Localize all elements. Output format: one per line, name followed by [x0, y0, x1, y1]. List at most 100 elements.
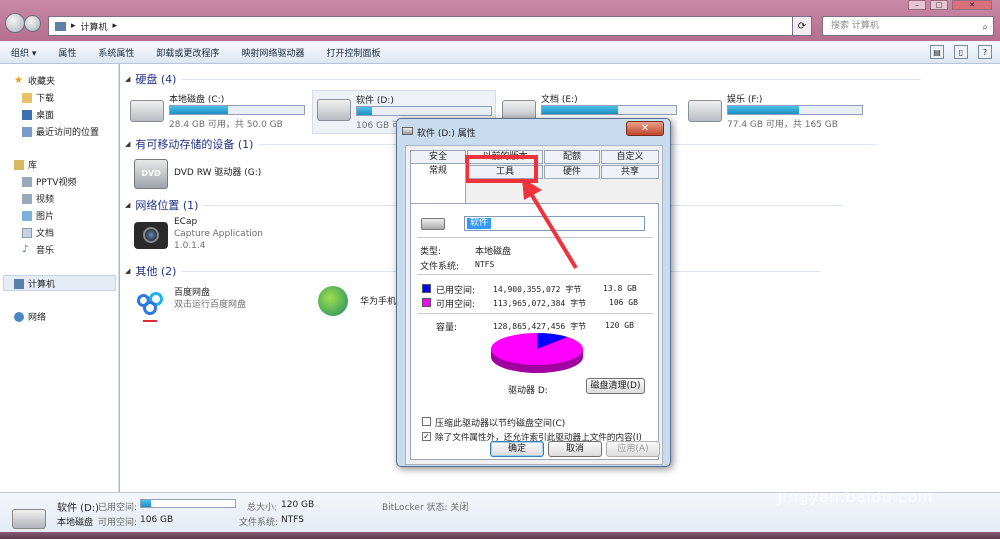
sidebar-item-label: 音乐 — [36, 246, 55, 256]
index-drive-checkbox[interactable]: ✓ — [422, 432, 431, 441]
filesystem-label: 文件系统: — [420, 262, 460, 272]
dvd-drive[interactable]: DVD DVD RW 驱动器 (G:) — [126, 155, 366, 195]
details-usage-fill — [141, 500, 152, 507]
hard-drive-icon — [688, 100, 722, 122]
ok-button[interactable]: 确定 — [490, 441, 544, 457]
free-space-swatch — [422, 298, 431, 307]
filesystem-value: NTFS — [475, 260, 495, 269]
breadcrumb-computer[interactable]: 计算机 — [81, 20, 108, 33]
sidebar-item-label: 收藏夹 — [28, 77, 56, 87]
drive-free-space: 77.4 GB 可用，共 165 GB — [727, 120, 838, 130]
network-icon — [14, 311, 24, 322]
camera-lens — [143, 227, 159, 243]
map-network-drive-button[interactable]: 映射网络驱动器 — [230, 46, 315, 59]
divider — [417, 313, 653, 314]
video-library-icon — [22, 176, 32, 187]
drive-free-space: 106 GB 可 — [356, 121, 402, 131]
sidebar-item-label: 下载 — [36, 94, 55, 104]
arrow-shaft — [528, 190, 578, 270]
type-value: 本地磁盘 — [475, 247, 512, 257]
dialog-close-button[interactable]: ✕ — [626, 121, 664, 136]
baidu-netdisk-icon — [134, 288, 168, 322]
sidebar-item-network[interactable]: 网络 — [14, 310, 46, 323]
sidebar-item-recent[interactable]: 最近访问的位置 — [22, 125, 99, 138]
drive-name: 文档 (E:) — [541, 95, 578, 105]
uninstall-program-button[interactable]: 卸载或更改程序 — [145, 46, 230, 59]
organize-button[interactable]: 组织 ▾ — [0, 46, 47, 59]
sidebar-item-music[interactable]: ♪ 音乐 — [22, 243, 54, 256]
maximize-button[interactable]: □ — [930, 0, 948, 10]
back-button[interactable] — [5, 13, 25, 33]
help-icon[interactable]: ? — [978, 45, 992, 59]
collapse-triangle-icon: ◢ — [125, 201, 131, 209]
disk-cleanup-button[interactable]: 磁盘清理(D) — [586, 378, 645, 394]
details-free-label: 可用空间: — [98, 518, 138, 528]
item-name: DVD RW 驱动器 (G:) — [174, 168, 262, 178]
sidebar-item-videos[interactable]: 视频 — [22, 192, 54, 205]
free-space-label: 可用空间: — [436, 300, 476, 310]
sidebar-item-label: 视频 — [36, 195, 55, 205]
divider — [181, 78, 922, 80]
tab-security[interactable]: 安全 — [410, 150, 466, 164]
search-input[interactable]: 搜索 计算机 ⌕ — [822, 16, 994, 36]
sidebar-item-label: 最近访问的位置 — [36, 128, 100, 138]
details-fs-value: NTFS — [281, 515, 304, 525]
open-control-panel-button[interactable]: 打开控制面板 — [315, 46, 391, 59]
free-space-bytes: 113,965,072,384 字节 — [493, 299, 587, 308]
section-header-hard-disks[interactable]: ◢ 硬盘 (4) — [125, 71, 922, 87]
compress-drive-checkbox[interactable] — [422, 417, 431, 426]
sidebar-item-documents[interactable]: 文档 — [22, 226, 54, 239]
cloud-dot — [143, 301, 157, 315]
volume-name-text: 软件 — [467, 218, 492, 229]
tab-sharing[interactable]: 共享 — [601, 165, 659, 179]
section-title: 硬盘 (4) — [135, 73, 177, 86]
sidebar-item-label: PPTV视频 — [36, 178, 77, 188]
address-bar[interactable]: ▸ 计算机 ▸ ▾ — [48, 16, 810, 36]
sidebar-item-label: 网络 — [28, 313, 47, 323]
drive-usage-fill — [542, 106, 619, 114]
details-used-label: 已用空间: — [98, 503, 138, 513]
section-title: 有可移动存储的设备 (1) — [135, 138, 254, 151]
computer-icon — [14, 278, 24, 289]
tab-general[interactable]: 常规 — [410, 163, 466, 203]
minimize-button[interactable]: – — [908, 0, 926, 10]
sidebar-item-desktop[interactable]: 桌面 — [22, 108, 54, 121]
apply-button[interactable]: 应用(A) — [606, 441, 660, 457]
document-library-icon — [22, 227, 32, 238]
item-version: 1.0.1.4 — [174, 241, 206, 251]
item-name: ECap — [174, 217, 198, 227]
drive-name: 软件 (D:) — [356, 96, 394, 106]
capacity-label: 容量: — [436, 323, 458, 333]
section-title: 网络位置 (1) — [135, 199, 199, 212]
drive-f[interactable]: 娱乐 (F:) 77.4 GB 可用，共 165 GB — [684, 92, 864, 132]
search-icon: ⌕ — [982, 22, 988, 33]
details-usage-bar — [140, 499, 236, 508]
drive-c[interactable]: 本地磁盘 (C:) 28.4 GB 可用，共 50.0 GB — [126, 92, 306, 132]
taskbar — [0, 532, 1000, 539]
free-space-gb: 106 GB — [609, 298, 638, 307]
view-options-icon[interactable]: ▤ — [930, 45, 944, 59]
sidebar-item-computer[interactable]: 计算机 — [14, 277, 55, 290]
system-properties-button[interactable]: 系统属性 — [87, 46, 145, 59]
sidebar-item-pptv[interactable]: PPTV视频 — [22, 175, 77, 188]
ecap-application[interactable]: ECap Capture Application 1.0.1.4 — [126, 216, 366, 256]
used-space-label: 已用空间: — [436, 286, 476, 296]
drive-usage-bar — [169, 105, 305, 115]
refresh-button[interactable]: ⟳ — [792, 16, 812, 36]
forward-button[interactable] — [24, 15, 41, 32]
drive-large-icon — [12, 509, 46, 529]
cancel-button[interactable]: 取消 — [548, 441, 602, 457]
type-label: 类型: — [420, 247, 442, 257]
sidebar-item-pictures[interactable]: 图片 — [22, 209, 54, 222]
sidebar-item-libraries[interactable]: 库 — [14, 158, 37, 171]
search-placeholder: 搜索 计算机 — [831, 21, 879, 31]
tab-quota[interactable]: 配额 — [544, 150, 600, 164]
sidebar-item-downloads[interactable]: 下载 — [22, 91, 54, 104]
close-window-button[interactable]: ✕ — [952, 0, 992, 10]
drive-name: 本地磁盘 (C:) — [169, 95, 225, 105]
properties-button[interactable]: 属性 — [47, 46, 87, 59]
tab-customize[interactable]: 自定义 — [601, 150, 659, 164]
sidebar-item-favorites[interactable]: ★ 收藏夹 — [14, 74, 55, 87]
preview-pane-icon[interactable]: ▯ — [954, 45, 968, 59]
breadcrumb-separator: ▸ — [112, 21, 118, 31]
